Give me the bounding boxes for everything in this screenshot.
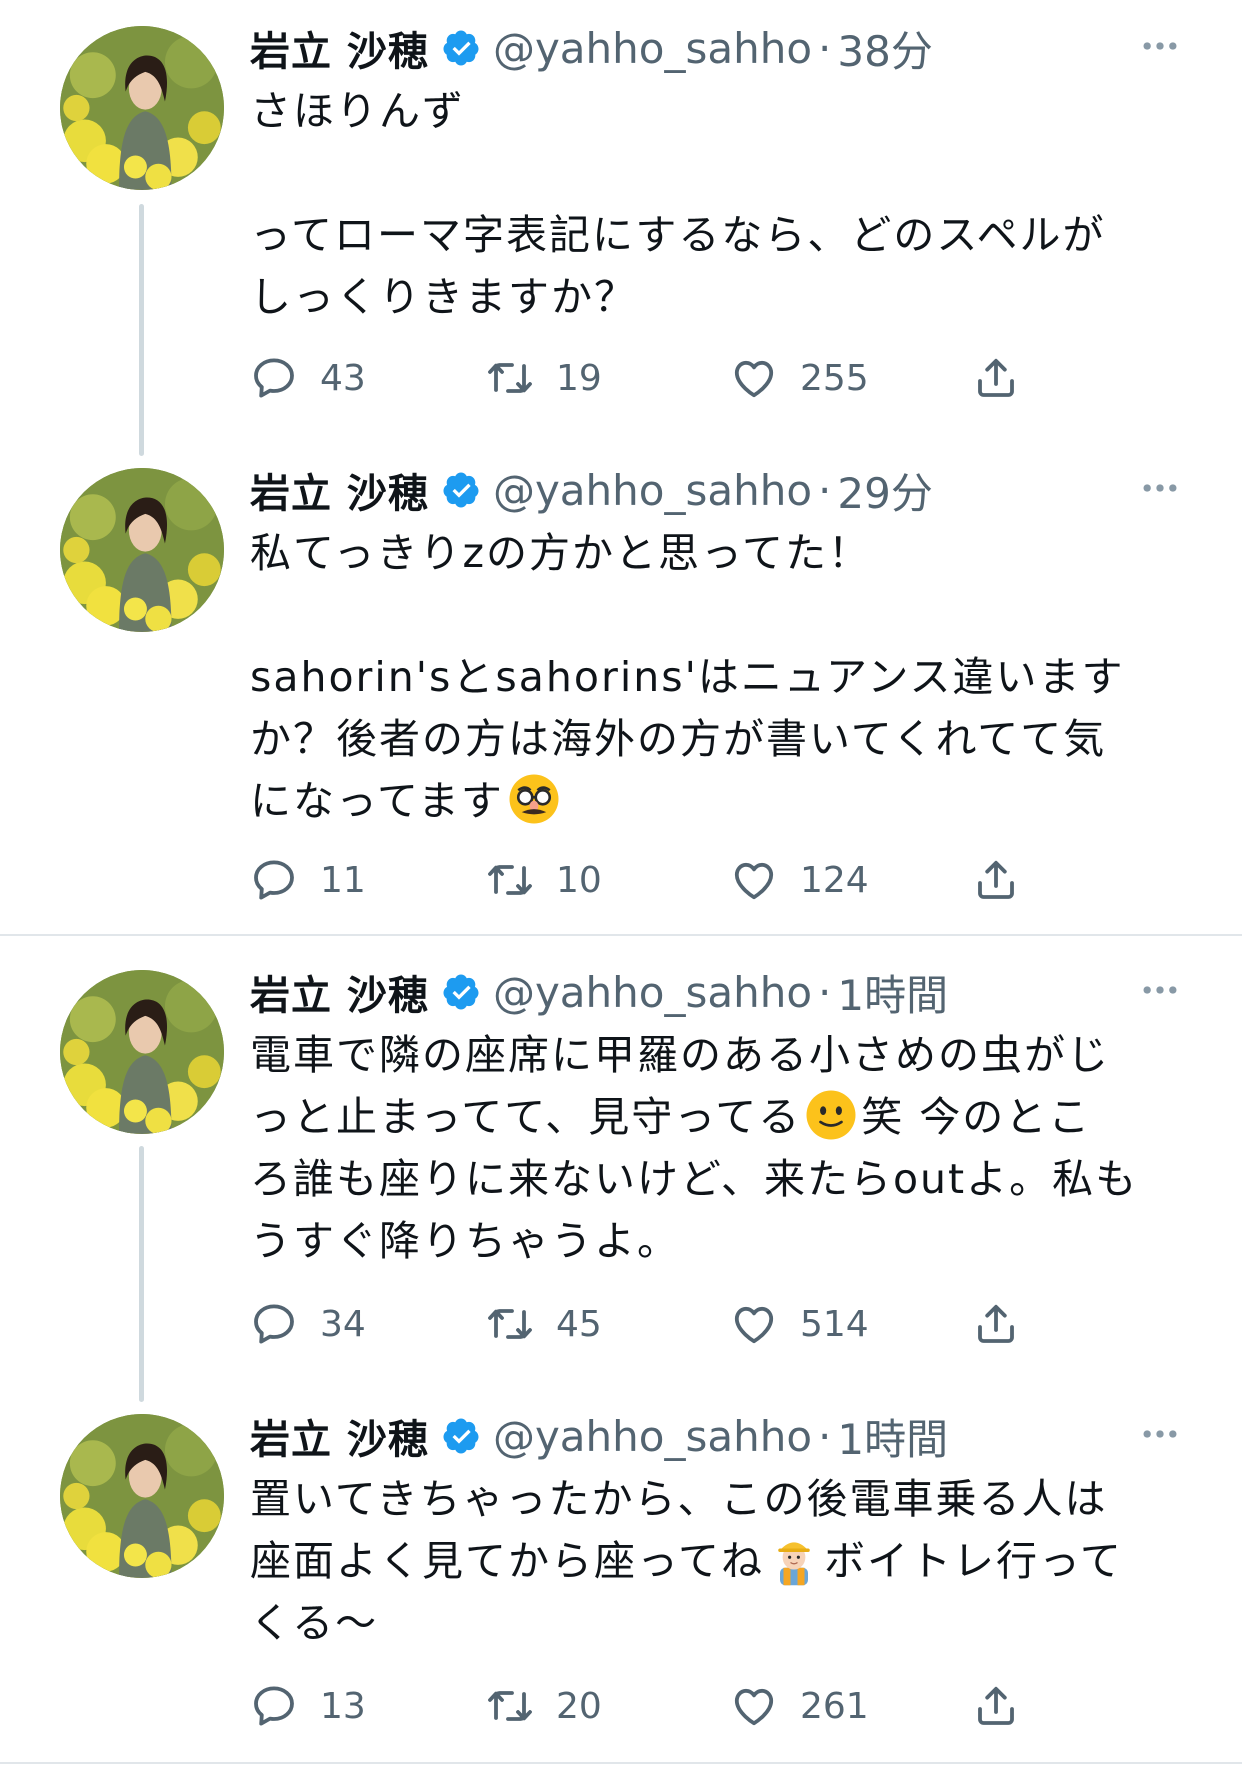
retweet-count: 10	[556, 859, 602, 901]
slightly-smiling-face-emoji	[803, 1087, 859, 1143]
like-icon	[730, 354, 778, 402]
share-button[interactable]	[972, 1294, 1020, 1354]
like-button[interactable]: 124	[730, 850, 869, 910]
share-icon	[972, 1300, 1020, 1348]
avatar[interactable]	[60, 1414, 224, 1578]
display-name[interactable]: 岩立 沙穂	[250, 963, 429, 1021]
separator: ·	[818, 23, 832, 73]
user-handle[interactable]: @yahho_sahho	[493, 466, 812, 515]
avatar[interactable]	[60, 26, 224, 190]
tweet[interactable]: 岩立 沙穂 @yahho_sahho · 1時間 置いてきちゃったから、この後電…	[0, 1394, 1242, 1764]
more-icon[interactable]	[1138, 968, 1182, 1012]
avatar[interactable]	[60, 970, 224, 1134]
display-name[interactable]: 岩立 沙穂	[250, 461, 429, 519]
retweet-count: 45	[556, 1303, 602, 1345]
like-button[interactable]: 255	[730, 348, 869, 408]
tweet[interactable]: 岩立 沙穂 @yahho_sahho · 1時間 電車で隣の座席に甲羅のある小さ…	[0, 950, 1242, 1402]
verified-badge-icon	[441, 28, 481, 68]
retweet-button[interactable]: 10	[486, 850, 602, 910]
display-name[interactable]: 岩立 沙穂	[250, 1407, 429, 1465]
retweet-button[interactable]: 20	[486, 1676, 602, 1736]
avatar[interactable]	[60, 468, 224, 632]
timestamp[interactable]: 1時間	[837, 1406, 948, 1467]
user-handle[interactable]: @yahho_sahho	[493, 968, 812, 1017]
tweet-text: さほりんず ってローマ字表記にするなら、どのスペルが しっくりきますか？	[250, 80, 1170, 328]
tweet-actions: 34 45 514	[250, 1294, 1050, 1354]
verified-badge-icon	[441, 1416, 481, 1456]
tweet-header: 岩立 沙穂 @yahho_sahho · 29分	[250, 460, 1182, 520]
like-button[interactable]: 261	[730, 1676, 869, 1736]
like-button[interactable]: 514	[730, 1294, 869, 1354]
retweet-count: 20	[556, 1685, 602, 1727]
tweet-text: 置いてきちゃったから、この後電車乗る人は 座面よく見てから座ってね ボイトレ行って…	[250, 1468, 1170, 1654]
share-icon	[972, 856, 1020, 904]
like-count: 255	[800, 357, 869, 399]
tweet-text-segment: 私てっきりzの方かと思ってた！ sahorin'sとsahorins'はニュアン…	[250, 529, 1125, 825]
more-icon[interactable]	[1138, 1412, 1182, 1456]
bottom-divider	[0, 1762, 1242, 1764]
thread-divider	[0, 934, 1242, 936]
tweet[interactable]: 岩立 沙穂 @yahho_sahho · 29分 私てっきりzの方かと思ってた！…	[0, 450, 1242, 934]
reply-icon	[250, 1300, 298, 1348]
retweet-icon	[486, 1682, 534, 1730]
user-handle[interactable]: @yahho_sahho	[493, 1412, 812, 1461]
timestamp[interactable]: 1時間	[837, 962, 948, 1023]
reply-button[interactable]: 11	[250, 850, 366, 910]
tweet[interactable]: 岩立 沙穂 @yahho_sahho · 38分 さほりんず ってローマ字表記に…	[0, 0, 1242, 456]
retweet-button[interactable]: 19	[486, 348, 602, 408]
reply-icon	[250, 354, 298, 402]
tweet-header: 岩立 沙穂 @yahho_sahho · 1時間	[250, 962, 1182, 1022]
share-icon	[972, 354, 1020, 402]
timestamp[interactable]: 38分	[837, 18, 932, 79]
construction-worker-emoji	[766, 1531, 822, 1587]
share-button[interactable]	[972, 850, 1020, 910]
tweet-actions: 43 19 255	[250, 348, 1050, 408]
reply-icon	[250, 856, 298, 904]
display-name[interactable]: 岩立 沙穂	[250, 19, 429, 77]
reply-count: 13	[320, 1685, 366, 1727]
like-count: 261	[800, 1685, 869, 1727]
reply-button[interactable]: 13	[250, 1676, 366, 1736]
separator: ·	[818, 465, 832, 515]
share-button[interactable]	[972, 348, 1020, 408]
retweet-button[interactable]: 45	[486, 1294, 602, 1354]
like-count: 124	[800, 859, 869, 901]
like-icon	[730, 1682, 778, 1730]
retweet-icon	[486, 354, 534, 402]
verified-badge-icon	[441, 972, 481, 1012]
like-icon	[730, 856, 778, 904]
timestamp[interactable]: 29分	[837, 460, 932, 521]
reply-count: 43	[320, 357, 366, 399]
tweet-actions: 13 20 261	[250, 1676, 1050, 1736]
like-count: 514	[800, 1303, 869, 1345]
more-icon[interactable]	[1138, 24, 1182, 68]
retweet-count: 19	[556, 357, 602, 399]
thread-line	[139, 204, 144, 456]
disguised-face-emoji	[506, 771, 562, 827]
verified-badge-icon	[441, 470, 481, 510]
reply-button[interactable]: 34	[250, 1294, 366, 1354]
user-handle[interactable]: @yahho_sahho	[493, 24, 812, 73]
share-icon	[972, 1682, 1020, 1730]
retweet-icon	[486, 856, 534, 904]
tweet-text: 電車で隣の座席に甲羅のある小さめの虫がじ っと止まってて、見守ってる笑 今のとこ…	[250, 1024, 1170, 1272]
thread-line	[139, 1146, 144, 1402]
reply-count: 11	[320, 859, 366, 901]
like-icon	[730, 1300, 778, 1348]
tweet-text: 私てっきりzの方かと思ってた！ sahorin'sとsahorins'はニュアン…	[250, 522, 1170, 832]
more-icon[interactable]	[1138, 466, 1182, 510]
tweet-header: 岩立 沙穂 @yahho_sahho · 1時間	[250, 1406, 1182, 1466]
tweet-actions: 11 10 124	[250, 850, 1050, 910]
retweet-icon	[486, 1300, 534, 1348]
tweet-header: 岩立 沙穂 @yahho_sahho · 38分	[250, 18, 1182, 78]
separator: ·	[818, 967, 832, 1017]
reply-count: 34	[320, 1303, 366, 1345]
separator: ·	[818, 1411, 832, 1461]
reply-button[interactable]: 43	[250, 348, 366, 408]
share-button[interactable]	[972, 1676, 1020, 1736]
reply-icon	[250, 1682, 298, 1730]
tweet-text-segment: さほりんず ってローマ字表記にするなら、どのスペルが しっくりきますか？	[250, 87, 1106, 321]
